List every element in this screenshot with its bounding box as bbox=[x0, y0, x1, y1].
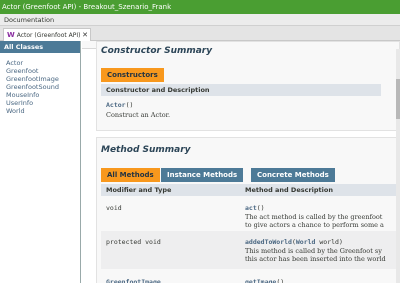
method-table-header: Modifier and Type Method and Description bbox=[101, 184, 400, 196]
menu-bar: Documentation bbox=[0, 14, 400, 26]
method-link-act[interactable]: act bbox=[245, 204, 257, 212]
class-link-greenfoot[interactable]: Greenfoot bbox=[6, 67, 80, 75]
class-link-world[interactable]: World bbox=[6, 107, 80, 115]
constructor-signature: Actor() bbox=[106, 101, 133, 109]
class-list-sidebar: All Classes Actor Greenfoot GreenfootIma… bbox=[0, 41, 81, 283]
scrollbar-thumb[interactable] bbox=[396, 79, 400, 119]
documentation-content: Constructor Summary Constructors Constru… bbox=[82, 41, 400, 283]
window-title-bar: Actor (Greenfoot API) - Breakout_Szenari… bbox=[0, 0, 400, 14]
method-row-addedtoworld-desc-line2: this actor has been inserted into the wo… bbox=[245, 255, 386, 263]
menu-documentation[interactable]: Documentation bbox=[4, 16, 54, 24]
class-list: Actor Greenfoot GreenfootImage Greenfoot… bbox=[0, 53, 80, 115]
class-link-greenfootimage[interactable]: GreenfootImage bbox=[6, 75, 80, 83]
method-link-addedtoworld[interactable]: addedToWorld bbox=[245, 238, 292, 246]
constructor-link-actor[interactable]: Actor bbox=[106, 101, 126, 109]
tab-label: Actor (Greenfoot API) bbox=[16, 32, 81, 39]
method-row-act-desc-line2: to give actors a chance to perform some … bbox=[245, 221, 384, 229]
method-summary-block: Method Summary All Methods Instance Meth… bbox=[96, 137, 400, 283]
class-link-actor[interactable]: Actor bbox=[6, 59, 80, 67]
constructor-column-header: Constructor and Description bbox=[101, 84, 381, 96]
tab-actor-api[interactable]: W Actor (Greenfoot API) ✕ bbox=[3, 28, 91, 41]
method-row-addedtoworld-type: protected void bbox=[106, 238, 161, 246]
method-row-addedtoworld-signature: addedToWorld(World world) bbox=[245, 238, 343, 246]
class-link-userinfo[interactable]: UserInfo bbox=[6, 99, 80, 107]
header-modifier-type: Modifier and Type bbox=[106, 186, 172, 194]
sidebar-heading: All Classes bbox=[0, 41, 80, 53]
tab-instance-methods[interactable]: Instance Methods bbox=[161, 168, 244, 182]
method-row-act-desc-line1: The act method is called by the greenfoo… bbox=[245, 213, 383, 221]
type-link-greenfootimage[interactable]: GreenfootImage bbox=[106, 278, 161, 283]
browser-w-icon: W bbox=[7, 31, 15, 39]
close-icon[interactable]: ✕ bbox=[82, 29, 88, 41]
constructor-parens: () bbox=[125, 101, 134, 109]
method-row-addedtoworld-desc-line1: This method is called by the Greenfoot s… bbox=[245, 247, 382, 255]
constructor-description: Construct an Actor. bbox=[106, 111, 171, 119]
method-row-getimage-signature: getImage() bbox=[245, 278, 284, 283]
class-link-mouseinfo[interactable]: MouseInfo bbox=[6, 91, 80, 99]
constructor-summary-block: Constructor Summary Constructors Constru… bbox=[96, 41, 400, 131]
vertical-scrollbar[interactable] bbox=[396, 49, 400, 283]
method-summary-title: Method Summary bbox=[101, 145, 191, 155]
type-link-world[interactable]: World bbox=[296, 238, 316, 246]
header-method-description: Method and Description bbox=[245, 186, 333, 194]
tab-concrete-methods[interactable]: Concrete Methods bbox=[251, 168, 335, 182]
method-row-getimage-type: GreenfootImage bbox=[106, 278, 161, 283]
method-row-act-type: void bbox=[106, 204, 122, 212]
window-title: Actor (Greenfoot API) - Breakout_Szenari… bbox=[2, 3, 172, 11]
tab-constructors[interactable]: Constructors bbox=[101, 68, 164, 82]
constructor-summary-title: Constructor Summary bbox=[101, 46, 213, 56]
tab-bar: W Actor (Greenfoot API) ✕ bbox=[0, 26, 400, 41]
method-link-getimage[interactable]: getImage bbox=[245, 278, 276, 283]
method-row-act-signature: act() bbox=[245, 204, 265, 212]
class-link-greenfootsound[interactable]: GreenfootSound bbox=[6, 83, 80, 91]
tab-all-methods[interactable]: All Methods bbox=[101, 168, 160, 182]
